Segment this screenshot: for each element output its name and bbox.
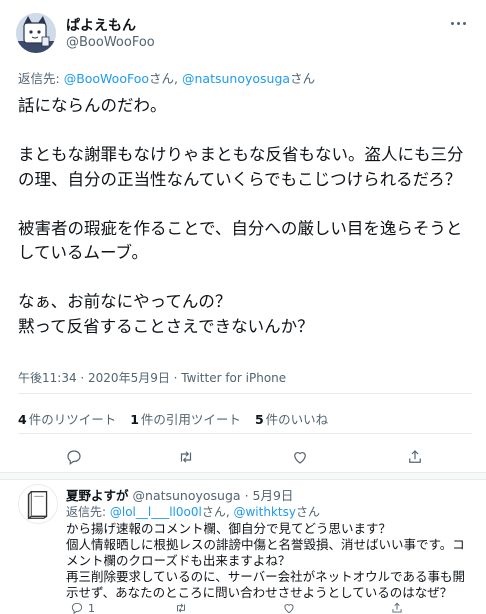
reply-user-handle[interactable]: @natsunoyosuga [133,488,241,503]
like-button[interactable] [288,445,312,469]
reply-to-line: 返信先: @BooWooFooさん, @natsunoyosugaさん [18,68,315,87]
tweet-actions [0,445,486,469]
reply-display-name[interactable]: 夏野よすが [66,488,129,503]
reply-count: 1 [88,601,95,614]
retweet-icon [180,451,192,463]
heart-icon [284,604,294,614]
reply-to-user-link[interactable]: @lol__l___ll0o0l [110,505,202,519]
avatar-image [16,13,56,53]
reply-to-user-link[interactable]: @BooWooFoo [64,71,149,86]
likes-count: 5 [254,412,264,427]
share-button[interactable] [403,445,427,469]
meta-separator: · [169,371,182,385]
quotes-count: 1 [130,412,139,427]
retweet-icon [177,603,185,613]
section-separator [0,472,486,480]
quotes-label: 件の引用ツイート [140,412,241,427]
retweet-button[interactable] [174,445,198,469]
divider [18,393,472,394]
reply-button[interactable]: 1 [70,601,95,614]
reply-tweet-header: 夏野よすが @natsunoyosuga · 5月9日 [66,485,293,504]
reply-icon [67,450,81,465]
reply-to-user-link[interactable]: @withktsy [233,505,295,519]
reply-to-suffix: さん [290,71,316,86]
heart-icon [294,452,306,464]
reply-to-separator: さん, [149,71,182,86]
tweet-text: 話にならんのだわ。 まともな謝罪もなけりゃまともな反省もない。盗人にも三分の理、… [18,96,464,336]
likes-stat[interactable]: 5 件のいいね [255,409,328,428]
reply-icon [71,602,83,614]
divider [18,433,472,434]
more-icon[interactable] [444,13,472,33]
tweet-meta: 午後11:34 · 2020年5月9日 · Twitter for iPhone [18,369,286,386]
avatar[interactable] [18,484,58,524]
book-icon [19,485,57,523]
engagement-stats: 4 件のリツイート 1 件の引用ツイート 5 件のいいね [18,409,328,428]
reply-to-user-link[interactable]: @natsunoyosuga [182,71,290,86]
reply-to-separator: さん, [201,505,234,519]
reply-to-prefix: 返信先: [18,71,64,86]
tweet-detail-page: ぱよえもん @BooWooFoo 返信先: @BooWooFooさん, @nat… [0,0,486,614]
reply-to-suffix: さん [295,505,320,519]
user-handle[interactable]: @BooWooFoo [66,35,155,50]
reply-button[interactable] [62,445,86,469]
retweets-label: 件のリツイート [28,412,117,427]
tweet-timestamp[interactable]: 午後11:34 · 2020年5月9日 [18,371,170,385]
reply-tweet-date[interactable]: · 5月9日 [241,488,294,503]
reply-to-line: 返信先: @lol__l___ll0o0lさん, @withktsyさん [66,503,320,520]
share-button[interactable] [390,601,404,614]
share-icon [392,602,402,613]
likes-label: 件のいいね [265,412,329,427]
share-icon [409,450,421,463]
retweet-button[interactable] [174,601,188,614]
avatar[interactable] [16,13,56,53]
retweets-stat[interactable]: 4 件のリツイート [18,409,116,428]
display-name[interactable]: ぱよえもん [66,15,136,35]
tweet-source[interactable]: Twitter for iPhone [181,371,286,385]
reply-tweet-text: から揚げ速報のコメント欄、御自分で見てどう思います？ 個人情報晒しに根拠レスの誹… [66,521,466,600]
reply-to-prefix: 返信先: [66,505,110,519]
quotes-stat[interactable]: 1 件の引用ツイート [130,409,241,428]
like-button[interactable] [282,601,296,614]
reply-tweet-actions: 1 [66,601,476,614]
retweets-count: 4 [18,412,27,427]
